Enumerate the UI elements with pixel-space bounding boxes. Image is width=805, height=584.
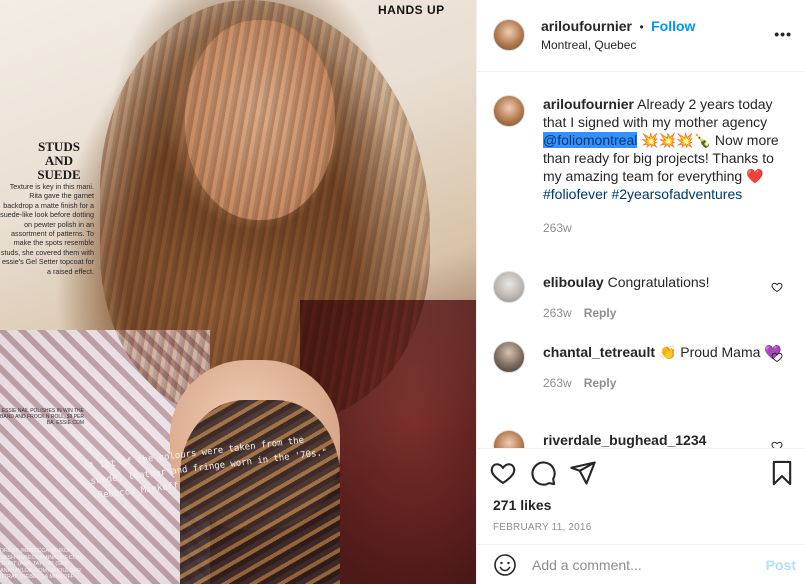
comment-item: chantal_tetreault 👏 Proud Mama 💜 263w Rep… bbox=[493, 341, 793, 411]
comment-text: riverdale_bughead_1234 bbox=[543, 431, 783, 448]
caption-hashtag-foliofever[interactable]: #foliofever bbox=[543, 186, 608, 202]
comment-username[interactable]: chantal_tetreault bbox=[543, 344, 655, 360]
comment-username[interactable]: eliboulay bbox=[543, 274, 604, 290]
more-options-icon[interactable]: ••• bbox=[774, 26, 792, 42]
comment-like-icon[interactable] bbox=[771, 351, 783, 363]
comment-text: eliboulay Congratulations! 263w Reply bbox=[543, 273, 783, 322]
comment-item: riverdale_bughead_1234 bbox=[493, 430, 793, 448]
add-comment-bar: Post bbox=[477, 544, 805, 584]
caption-hashtag-2yearsofadventures[interactable]: #2yearsofadventures bbox=[611, 186, 742, 202]
comment-meta: 263w Reply bbox=[543, 304, 783, 322]
caption-heart-emoji: ❤️ bbox=[746, 168, 764, 184]
comment-body: Proud Mama bbox=[680, 344, 761, 360]
caption-username[interactable]: ariloufournier bbox=[543, 96, 634, 112]
header-separator: • bbox=[639, 20, 644, 34]
magazine-header: HANDS UP bbox=[378, 3, 445, 17]
comment-bubble-icon[interactable] bbox=[529, 459, 557, 487]
reply-button[interactable]: Reply bbox=[584, 376, 617, 390]
author-username[interactable]: ariloufournier bbox=[541, 18, 632, 34]
caption-text: ariloufournier Already 2 years today tha… bbox=[543, 95, 783, 237]
comment-text: chantal_tetreault 👏 Proud Mama 💜 263w Rep… bbox=[543, 343, 783, 392]
post-location[interactable]: Montreal, Quebec bbox=[541, 38, 636, 52]
comment-like-icon[interactable] bbox=[771, 440, 783, 448]
bookmark-icon[interactable] bbox=[768, 459, 796, 487]
smiley-icon[interactable] bbox=[493, 553, 517, 577]
post-comment-button[interactable]: Post bbox=[766, 557, 796, 573]
author-avatar[interactable] bbox=[493, 19, 525, 51]
post-photo[interactable]: HANDS UP STUDS AND SUEDE Texture is key … bbox=[0, 0, 476, 584]
reply-button[interactable]: Reply bbox=[584, 306, 617, 320]
heart-outline-icon[interactable] bbox=[489, 459, 517, 487]
caption: ariloufournier Already 2 years today tha… bbox=[493, 95, 793, 275]
post-actions: 271 likes FEBRUARY 11, 2016 bbox=[477, 448, 805, 544]
comment-body: Congratulations! bbox=[607, 274, 710, 290]
caption-avatar[interactable] bbox=[493, 95, 525, 127]
post-header: ariloufournier • Follow Montreal, Quebec… bbox=[477, 0, 805, 72]
likes-count[interactable]: 271 likes bbox=[493, 497, 551, 513]
photo-scarf bbox=[180, 400, 340, 584]
comment-like-icon[interactable] bbox=[771, 281, 783, 293]
comment-item: eliboulay Congratulations! 263w Reply bbox=[493, 271, 793, 327]
caption-emojis: 💥💥💥🍾 bbox=[641, 132, 711, 148]
magazine-sidebar-text: Texture is key in this mani. Rita gave t… bbox=[0, 182, 94, 276]
comment-username[interactable]: riverdale_bughead_1234 bbox=[543, 432, 706, 448]
author-line: ariloufournier • Follow bbox=[541, 18, 695, 36]
paper-plane-icon[interactable] bbox=[569, 459, 597, 487]
comment-clap-emoji: 👏 bbox=[658, 344, 677, 360]
magazine-sidebar-title: STUDS AND SUEDE bbox=[37, 139, 81, 182]
post-side-panel: ariloufournier • Follow Montreal, Quebec… bbox=[476, 0, 805, 584]
comment-time[interactable]: 263w bbox=[543, 306, 572, 320]
magazine-dress-credit: DRESS (REBECCA MINKOFF SASH REBECCAMINKO… bbox=[0, 548, 84, 581]
post-date[interactable]: FEBRUARY 11, 2016 bbox=[493, 522, 591, 533]
comments-list[interactable]: ariloufournier Already 2 years today tha… bbox=[477, 72, 805, 448]
add-comment-input[interactable] bbox=[532, 557, 742, 573]
photo-hair bbox=[100, 0, 430, 420]
caption-time[interactable]: 263w bbox=[543, 219, 783, 237]
comment-time[interactable]: 263w bbox=[543, 376, 572, 390]
comment-meta: 263w Reply bbox=[543, 374, 783, 392]
comment-avatar[interactable] bbox=[493, 271, 525, 303]
comment-avatar[interactable] bbox=[493, 430, 525, 448]
follow-button[interactable]: Follow bbox=[651, 18, 695, 34]
comment-avatar[interactable] bbox=[493, 341, 525, 373]
magazine-sidebar-credit: ESSIE NAIL POLISHES IN WIN THE BAND AND … bbox=[0, 408, 84, 426]
caption-mention-link[interactable]: @foliomontreal bbox=[543, 132, 638, 148]
